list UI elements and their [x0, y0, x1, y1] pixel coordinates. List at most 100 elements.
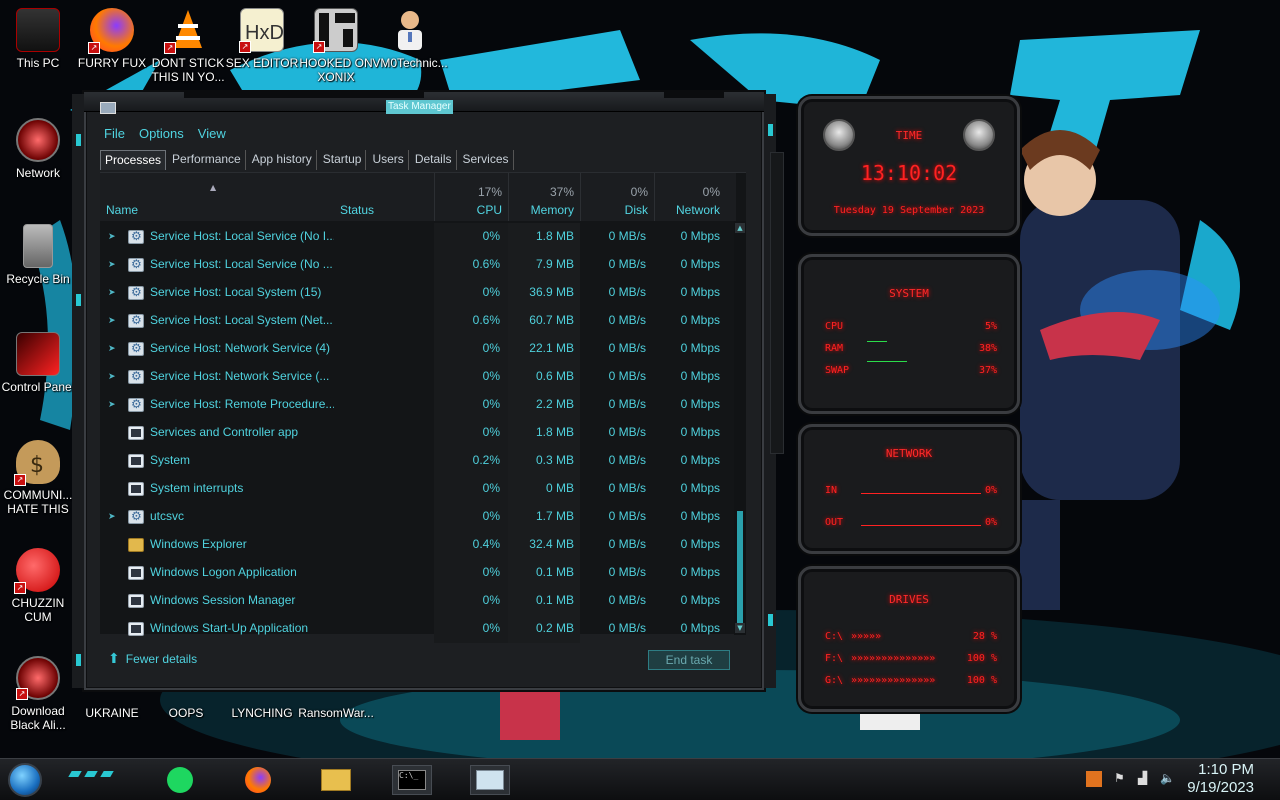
menu-options[interactable]: Options [135, 124, 188, 144]
clock[interactable]: 1:10 PM 9/19/2023 [1187, 761, 1254, 797]
process-name: Windows Session Manager [150, 593, 296, 607]
money-bag-icon: $ ↗ [14, 440, 60, 486]
table-row[interactable]: ➤ Service Host: Local Service (No ... 0.6%… [100, 251, 736, 279]
desktop-icon-communi[interactable]: $ ↗ COMMUNI... HATE THIS [0, 440, 76, 516]
column-network[interactable]: 0% Network [654, 173, 726, 221]
column-status[interactable]: Status [340, 173, 434, 221]
expand-arrow-icon[interactable]: ➤ [108, 231, 116, 242]
tab-services[interactable]: Services [459, 150, 514, 170]
scroll-down-icon[interactable]: ▼ [735, 623, 745, 633]
tray-app-icon[interactable] [1086, 771, 1102, 787]
table-row[interactable]: ➤ Service Host: Remote Procedure... 0% 2.2 … [100, 391, 736, 419]
process-cpu: 0% [482, 229, 500, 243]
process-network: 0 Mbps [680, 481, 720, 495]
expand-arrow-icon[interactable]: ➤ [108, 511, 116, 522]
tab-performance[interactable]: Performance [168, 150, 246, 170]
tab-users[interactable]: Users [368, 150, 409, 170]
swap-bar [867, 361, 907, 362]
menu-file[interactable]: File [100, 124, 129, 144]
desktop-icon-network[interactable]: Network [0, 118, 76, 180]
column-cpu[interactable]: 17% CPU [434, 173, 508, 221]
table-row[interactable]: Windows Start-Up Application 0% 0.2 MB 0 MB… [100, 615, 736, 643]
desktop-icon-download-black-ali[interactable]: ↗ Download Black Ali... [0, 656, 76, 732]
table-row[interactable]: Windows Session Manager 0% 0.1 MB 0 MB/s 0 M… [100, 587, 736, 615]
tab-processes[interactable]: Processes [100, 150, 167, 170]
expand-arrow-icon[interactable]: ➤ [108, 343, 116, 354]
table-row[interactable]: ➤ Service Host: Local Service (No I... 0% 1… [100, 223, 736, 251]
start-button[interactable] [8, 763, 42, 797]
desktop-icon-ukraine[interactable]: UKRAINE [74, 690, 150, 720]
column-disk[interactable]: 0% Disk [580, 173, 654, 221]
table-row[interactable]: Windows Explorer 0.4% 32.4 MB 0 MB/s 0 Mbps [100, 531, 736, 559]
table-row[interactable]: ➤ utcsvc 0% 1.7 MB 0 MB/s 0 Mbps [100, 503, 736, 531]
desktop-icon-control-panel[interactable]: Control Panel [0, 332, 76, 394]
process-disk: 0 MB/s [608, 229, 646, 243]
action-center-flag-icon[interactable]: ⚑ [1114, 771, 1130, 787]
process-disk: 0 MB/s [608, 285, 646, 299]
frame-left [72, 94, 84, 688]
desktop-icon-oops[interactable]: OOPS [148, 690, 224, 720]
end-task-button[interactable]: End task [648, 650, 730, 670]
desktop-icon-hooked-on-xonix[interactable]: ↗ HOOKED ON XONIX [298, 8, 374, 84]
desktop-icon-chuzzin[interactable]: ↗ CHUZZIN CUM [0, 548, 76, 624]
window-title: Task Manager [386, 100, 453, 114]
column-name[interactable]: Name [106, 173, 336, 221]
desktop-icon-recycle-bin[interactable]: Recycle Bin [0, 224, 76, 286]
tab-app-history[interactable]: App history [248, 150, 317, 170]
taskbar-file-explorer[interactable] [316, 765, 356, 795]
gadget-network-panel: NETWORK IN 0% OUT 0% [798, 424, 1020, 554]
table-row[interactable]: Services and Controller app 0% 1.8 MB 0 MB/… [100, 419, 736, 447]
expand-arrow-icon[interactable]: ➤ [108, 315, 116, 326]
process-disk: 0 MB/s [608, 621, 646, 635]
gadget-date: Tuesday 19 September 2023 [833, 205, 985, 216]
desktop-icon-lynching[interactable]: LYNCHING [224, 690, 300, 720]
process-disk: 0 MB/s [608, 425, 646, 439]
taskbar-spotify[interactable] [160, 765, 200, 795]
tab-details[interactable]: Details [411, 150, 457, 170]
expand-arrow-icon[interactable]: ➤ [108, 399, 116, 410]
process-memory: 1.7 MB [535, 509, 574, 523]
table-row[interactable]: System 0.2% 0.3 MB 0 MB/s 0 Mbps [100, 447, 736, 475]
table-row[interactable]: ➤ Service Host: Network Service (... 0% 0.6… [100, 363, 736, 391]
process-name: Service Host: Local Service (No ... [150, 257, 333, 271]
table-row[interactable]: Windows Logon Application 0% 0.1 MB 0 MB/s 0… [100, 559, 736, 587]
expand-arrow-icon[interactable]: ➤ [108, 259, 116, 270]
desktop-icon-this-pc[interactable]: This PC [0, 8, 76, 70]
process-name: System [150, 453, 191, 467]
task-manager-window[interactable]: Task Manager File Options View Processes… [72, 92, 776, 690]
side-scrollbar[interactable] [770, 152, 784, 454]
desktop-icon-sex-editor[interactable]: HxD ↗ SEX EDITOR [224, 8, 300, 70]
desktop-icon-ransomwar[interactable]: RansomWar... [298, 690, 374, 720]
process-cpu: 0% [482, 565, 500, 579]
table-row[interactable]: ➤ Service Host: Network Service (4) 0% 22.1… [100, 335, 736, 363]
volume-icon[interactable]: 🔈 [1160, 771, 1176, 787]
table-row[interactable]: System interrupts 0% 0 MB 0 MB/s 0 Mbps [100, 475, 736, 503]
desktop-icon-dont-stick[interactable]: ↗ DONT STICK THIS IN YO... [150, 8, 226, 84]
taskbar-firefox[interactable] [238, 765, 278, 795]
gadget-time-panel: TIME 13:10:02 Tuesday 19 September 2023 [798, 96, 1020, 236]
tab-startup[interactable]: Startup [319, 150, 367, 170]
process-list-scrollbar[interactable]: ▲ ▼ [734, 221, 746, 635]
menu-view[interactable]: View [194, 124, 230, 144]
taskbar-command-prompt[interactable]: C:\_ [392, 765, 432, 795]
network-tray-icon[interactable]: ▟ [1138, 771, 1154, 787]
hxd-icon: HxD ↗ [239, 8, 284, 53]
task-manager-footer: ⬆ Fewer details End task [100, 642, 742, 678]
taskbar-task-manager[interactable] [470, 765, 510, 795]
process-disk: 0 MB/s [608, 369, 646, 383]
scroll-up-icon[interactable]: ▲ [735, 223, 745, 233]
expand-arrow-icon[interactable]: ➤ [108, 371, 116, 382]
chevron-up-icon: ⬆ [108, 650, 120, 666]
firefox-icon [245, 767, 271, 793]
process-cpu: 0% [482, 509, 500, 523]
process-cpu: 0% [482, 369, 500, 383]
table-row[interactable]: ➤ Service Host: Local System (15) 0% 36.9 M… [100, 279, 736, 307]
desktop-icon-vm0technic[interactable]: VM0Technic... [372, 8, 448, 70]
desktop-icon-furry-fux[interactable]: ↗ FURRY FUX [74, 8, 150, 70]
column-memory[interactable]: 37% Memory [508, 173, 580, 221]
fewer-details-button[interactable]: ⬆ Fewer details [108, 650, 197, 667]
expand-arrow-icon[interactable]: ➤ [108, 287, 116, 298]
table-row[interactable]: ➤ Service Host: Local System (Net... 0.6% 6… [100, 307, 736, 335]
scrollbar-thumb[interactable] [737, 511, 743, 629]
process-memory: 0.6 MB [535, 369, 574, 383]
